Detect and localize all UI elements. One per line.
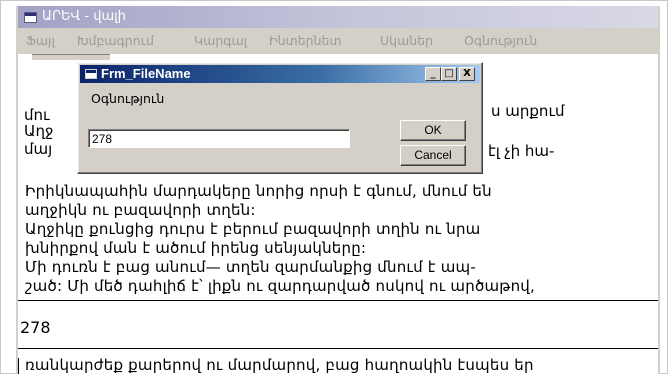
menu-internet[interactable]: Ինտերնետ (269, 33, 342, 48)
app-window-icon (24, 12, 37, 23)
doc-fragment-left-3: մայ (24, 140, 53, 158)
doc-line: Իրիկնապահին մարդակերը նորից որսի է գնում… (25, 182, 492, 200)
ok-button[interactable]: OK (400, 120, 466, 141)
text-cursor-line (18, 358, 19, 374)
doc-line: աղջիկն ու բազավորի տղեն: (25, 201, 256, 219)
page-number: 278 (20, 318, 51, 337)
doc-line: Աղջիկը քունցից դուրս է բերում բազավորի տ… (25, 220, 481, 238)
section-divider (18, 348, 658, 349)
doc-fragment-left-2: Աղջ (24, 122, 54, 140)
doc-fragment-right-2: էլ չի հա- (488, 142, 555, 160)
file-name-input[interactable]: 278 (88, 129, 350, 148)
doc-line: խնիրքով ման է ածում իրենց սենյակները: (25, 239, 367, 257)
dialog-window-icon (85, 69, 97, 79)
minimize-button[interactable]: _ (425, 67, 441, 81)
app-title: ԱՐԵՎ - վալի (42, 9, 126, 24)
dialog-titlebar[interactable]: Frm_FileName _ □ X (80, 65, 480, 83)
menu-read[interactable]: Կարգալ (194, 33, 247, 48)
menu-scanner[interactable]: Սկաներ (380, 33, 433, 48)
dialog-label: Օգնություն (91, 91, 165, 106)
section-divider (18, 300, 658, 301)
menubar: Ֆայլ Խմբագրում Կարգալ Ինտերնետ Սկաներ Օգ… (18, 28, 658, 54)
doc-line: ռանկարժեք քարերով ու մարմարով, բաց հաղոա… (25, 356, 534, 374)
file-name-dialog: Frm_FileName _ □ X Օգնություն 278 OK Can… (77, 62, 483, 174)
doc-line: Մի դուռն է բաց անում— տղեն զարմանքից մնո… (25, 258, 476, 276)
menu-help[interactable]: Օգնություն (464, 33, 537, 48)
menu-file[interactable]: Ֆայլ (26, 33, 55, 48)
cancel-button[interactable]: Cancel (400, 145, 466, 166)
doc-line: շած: Մի մեծ դաhլիճ է՝ լիքն ու զարդարված … (25, 277, 535, 295)
menu-edit[interactable]: Խմբագրում (77, 33, 154, 48)
close-button[interactable]: X (459, 67, 475, 81)
dialog-title: Frm_FileName (101, 66, 191, 81)
maximize-button[interactable]: □ (441, 67, 457, 81)
app-titlebar: ԱՐԵՎ - վալի (18, 6, 658, 28)
doc-fragment-right-1: ս արքում (491, 102, 565, 120)
